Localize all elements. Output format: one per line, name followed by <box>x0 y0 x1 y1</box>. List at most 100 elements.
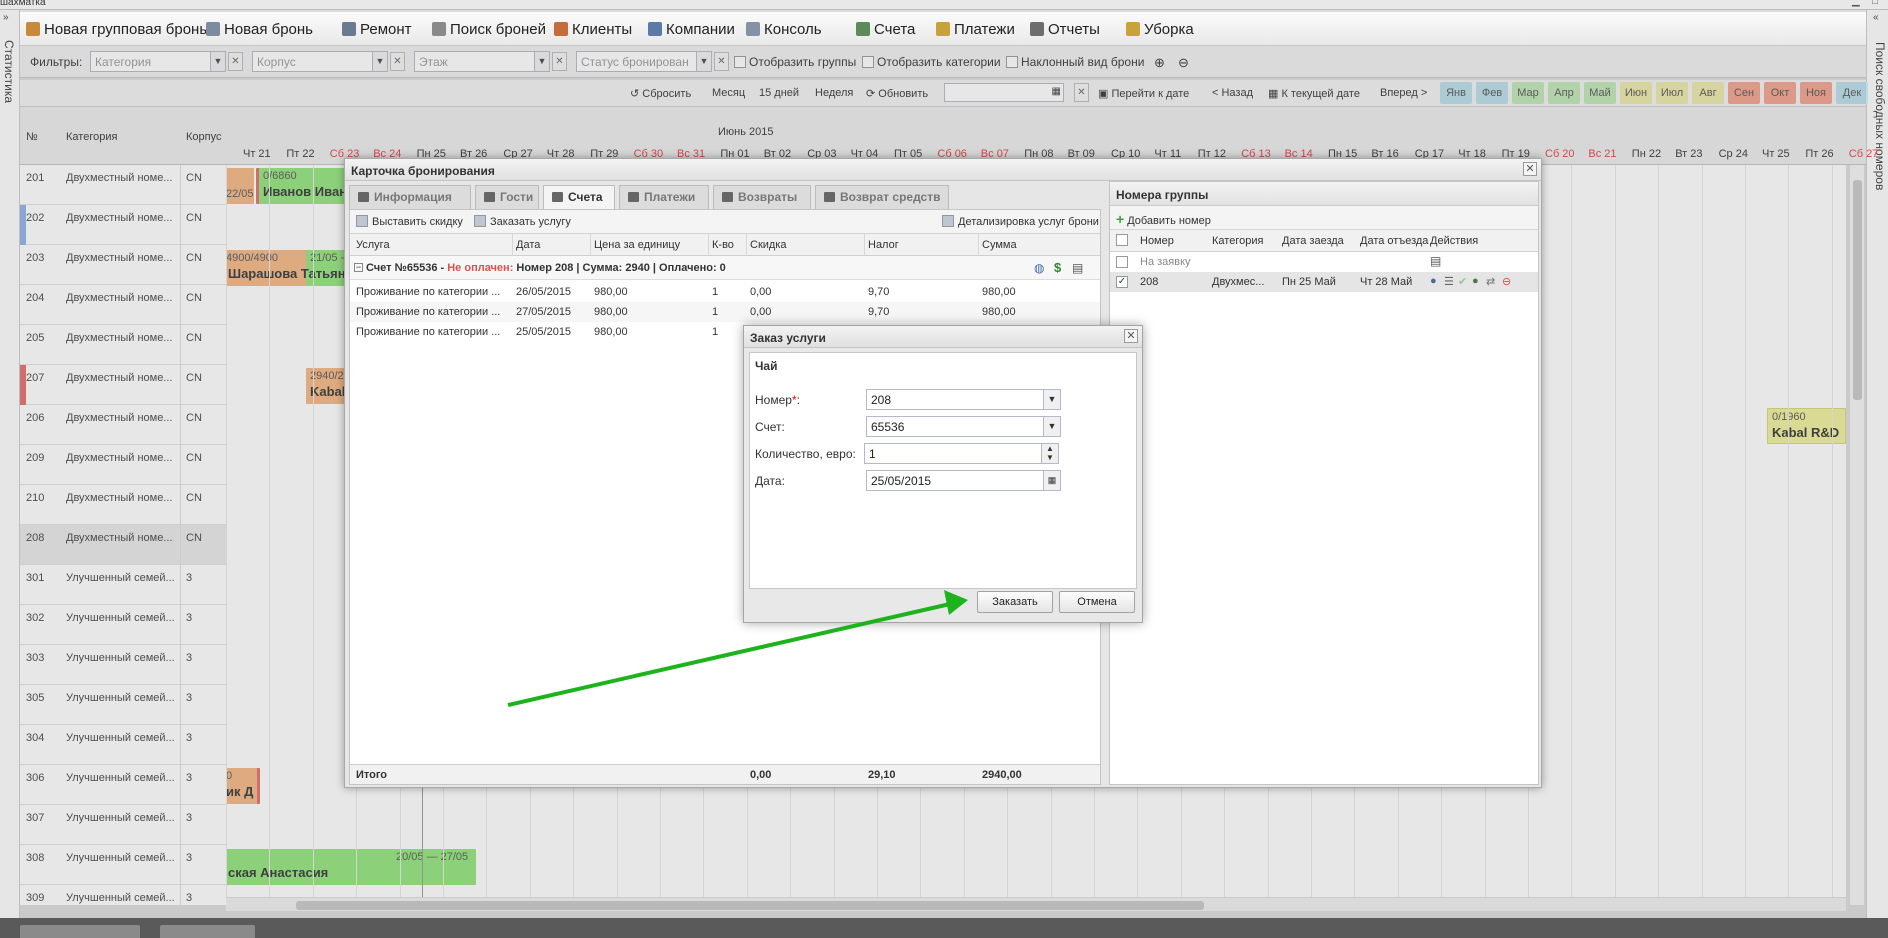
room-label: Номер*: <box>755 393 800 407</box>
invoice-cell: 25/05/2015 <box>516 326 572 338</box>
room-checkin: Пн 25 Май <box>1282 276 1336 288</box>
room-checkout: Чт 28 Май <box>1360 276 1413 288</box>
statistics-panel-label[interactable]: Статистика <box>2 40 16 103</box>
group-col-header[interactable]: Номер <box>1140 235 1174 247</box>
menu-item-10[interactable]: Уборка <box>1126 21 1194 38</box>
column-separator <box>746 234 747 256</box>
group-col-header[interactable]: Действия <box>1430 235 1478 247</box>
group-col-header[interactable]: Категория <box>1212 235 1263 247</box>
invoice-col-header[interactable]: Дата <box>516 239 540 251</box>
collapse-icon[interactable]: « <box>1873 12 1879 23</box>
cancel-button[interactable]: Отмена <box>1059 591 1135 613</box>
order-button[interactable]: Заказать <box>977 591 1053 613</box>
maximize-icon[interactable]: □ <box>1872 0 1878 7</box>
free-rooms-panel-label[interactable]: Поиск свободных номеров <box>1873 42 1887 190</box>
request-checkbox[interactable] <box>1116 256 1128 268</box>
add-room-button[interactable]: + Добавить номер <box>1116 211 1211 227</box>
column-separator <box>864 234 865 256</box>
order-service-button[interactable]: Заказать услугу <box>474 215 571 228</box>
column-separator <box>978 234 979 256</box>
move-icon[interactable]: ⇄ <box>1486 275 1495 288</box>
check-icon[interactable]: ✔ <box>1458 275 1467 288</box>
left-collapsed-panel[interactable]: » Статистика <box>0 10 20 918</box>
menu-item-label: Поиск броней <box>450 21 547 38</box>
set-discount-button[interactable]: Выставить скидку <box>356 215 463 228</box>
room-select[interactable]: 208 ▼ <box>866 389 1061 410</box>
menu-item-6[interactable]: Консоль <box>746 21 822 38</box>
menu-item-3[interactable]: Поиск броней <box>432 21 546 38</box>
menu-item-2[interactable]: Ремонт <box>342 21 412 38</box>
tab-1[interactable]: Гости <box>475 185 539 209</box>
request-label: На заявку <box>1140 256 1191 268</box>
close-icon[interactable]: ✕ <box>1124 329 1138 343</box>
tab-label: Возвраты <box>738 190 798 204</box>
collapse-group-icon[interactable]: − <box>354 263 363 272</box>
request-row[interactable]: На заявку ▤ <box>1110 252 1538 272</box>
column-separator <box>512 234 513 256</box>
chevron-down-icon: ▼ <box>1043 417 1060 436</box>
invoice-col-header[interactable]: Услуга <box>356 239 390 251</box>
close-icon[interactable]: ✕ <box>1523 162 1537 176</box>
menu-item-1[interactable]: Новая бронь <box>206 21 313 38</box>
invoice-col-header[interactable]: Скидка <box>750 239 787 251</box>
invoice-cell: Проживание по категории ... <box>356 286 501 298</box>
taskbar-tab[interactable] <box>160 925 255 938</box>
user-add-icon[interactable]: ● <box>1472 275 1479 287</box>
stepper-arrows-icon: ▲ ▼ <box>1041 444 1058 463</box>
guest-icon[interactable]: ● <box>1430 275 1437 287</box>
app-root: шахматка ▁ □ » Статистика « Поиск свобод… <box>0 0 1888 938</box>
menu-item-8[interactable]: Платежи <box>936 21 1015 38</box>
right-collapsed-panel[interactable]: « Поиск свободных номеров <box>1866 10 1888 918</box>
invoice-col-header[interactable]: Цена за единицу <box>594 239 680 251</box>
booking-card-header: Карточка бронирования ✕ <box>345 159 1541 181</box>
invoice-cell: 1 <box>712 326 719 338</box>
calendar-icon: ▦ <box>1043 471 1060 490</box>
expand-icon[interactable]: » <box>3 12 9 23</box>
invoice-select[interactable]: 65536 ▼ <box>866 416 1061 437</box>
tab-0[interactable]: Информация <box>349 185 471 209</box>
print-icon[interactable]: ▤ <box>1072 261 1083 275</box>
menu-item-4[interactable]: Клиенты <box>554 21 632 38</box>
companies-icon <box>648 22 662 36</box>
tab-icon <box>628 192 639 202</box>
tab-5[interactable]: Возврат средств <box>815 185 949 209</box>
select-all-checkbox[interactable] <box>1116 234 1128 246</box>
invoice-col-header[interactable]: Сумма <box>982 239 1017 251</box>
tab-3[interactable]: Платежи <box>619 185 709 209</box>
group-col-header[interactable]: Дата отъезда <box>1360 235 1428 247</box>
invoice-cell: 9,70 <box>868 306 890 318</box>
quantity-stepper[interactable]: 1 ▲ ▼ <box>864 443 1059 464</box>
invoice-group-row[interactable]: − Счет №65536 - Не оплачен: Номер 208 | … <box>350 256 1100 280</box>
dollar-icon[interactable]: $ <box>1054 260 1061 275</box>
order-icon <box>474 215 486 227</box>
print-icon[interactable]: ▤ <box>1430 254 1441 268</box>
group-col-header[interactable]: Дата заезда <box>1282 235 1344 247</box>
minimize-icon[interactable]: ▁ <box>1852 0 1860 7</box>
menu-item-0[interactable]: Новая групповая бронь <box>26 21 207 38</box>
menu-item-9[interactable]: Отчеты <box>1030 21 1100 38</box>
remove-icon[interactable]: ⊖ <box>1502 275 1511 288</box>
room-208-row[interactable]: ✓ 208 Двухмес... Пн 25 Май Чт 28 Май ● ☰… <box>1110 272 1538 292</box>
booking-card-title: Карточка бронирования <box>351 164 495 178</box>
invoices-icon <box>856 22 870 36</box>
quantity-label: Количество, евро: <box>755 447 856 461</box>
taskbar-tab[interactable] <box>20 925 140 938</box>
dialog-title: Заказ услуги <box>750 331 826 345</box>
tab-icon <box>722 192 733 202</box>
column-separator <box>590 234 591 256</box>
date-field[interactable]: 25/05/2015 ▦ <box>866 470 1061 491</box>
invoice-col-header[interactable]: К-во <box>712 239 734 251</box>
pay-card-icon[interactable]: ◍ <box>1034 261 1044 275</box>
tab-4[interactable]: Возвраты <box>713 185 811 209</box>
tab-2[interactable]: Счета <box>543 185 615 209</box>
list-icon[interactable]: ☰ <box>1444 275 1454 288</box>
service-details-button[interactable]: Детализировка услуг брони <box>942 215 1099 228</box>
title-strip: шахматка ▁ □ <box>0 0 1888 10</box>
invoice-row[interactable]: Проживание по категории ... 26/05/2015 980… <box>350 282 1100 302</box>
invoice-row[interactable]: Проживание по категории ... 27/05/2015 980… <box>350 302 1100 322</box>
menu-item-7[interactable]: Счета <box>856 21 915 38</box>
cleaning-icon <box>1126 22 1140 36</box>
invoice-col-header[interactable]: Налог <box>868 239 899 251</box>
menu-item-5[interactable]: Компании <box>648 21 735 38</box>
room-208-checkbox[interactable]: ✓ <box>1116 276 1128 288</box>
